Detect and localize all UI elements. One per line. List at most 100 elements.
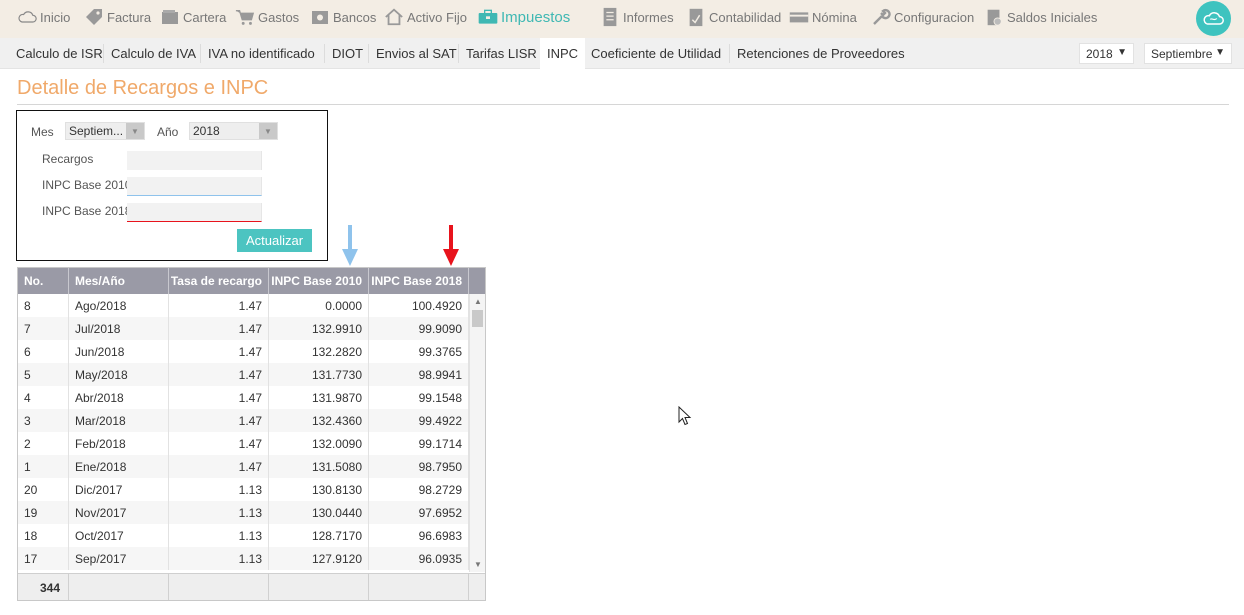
nav-item-impuestos[interactable]: Impuestos bbox=[478, 0, 570, 34]
nav-item-gastos[interactable]: Gastos bbox=[235, 0, 299, 34]
table-row[interactable]: 6 Jun/2018 1.47 132.2820 99.3765 bbox=[18, 340, 469, 363]
tag-icon bbox=[86, 9, 102, 25]
tab-envios-sat[interactable]: Envios al SAT bbox=[369, 38, 464, 69]
tab-tarifas-lisr[interactable]: Tarifas LISR bbox=[459, 38, 544, 69]
mes-label: Mes bbox=[31, 125, 54, 139]
title-divider bbox=[17, 104, 1229, 105]
cell-mes-anio: Sep/2017 bbox=[69, 547, 169, 570]
nav-item-informes[interactable]: Informes bbox=[600, 0, 674, 34]
house-icon bbox=[385, 8, 403, 26]
nav-item-activo-fijo[interactable]: Activo Fijo bbox=[384, 0, 467, 34]
tab-calculo-iva[interactable]: Calculo de IVA bbox=[104, 38, 203, 69]
brand-logo-button[interactable] bbox=[1196, 1, 1231, 36]
nav-item-factura[interactable]: Factura bbox=[84, 0, 151, 34]
nav-label: Saldos Iniciales bbox=[1007, 9, 1098, 25]
footer-row-count: 344 bbox=[18, 574, 69, 600]
cell-inpc-2018: 99.1548 bbox=[369, 386, 469, 409]
ledger-icon bbox=[689, 8, 703, 27]
cell-tasa: 1.47 bbox=[169, 386, 269, 409]
table-row[interactable]: 5 May/2018 1.47 131.7730 98.9941 bbox=[18, 363, 469, 386]
cell-tasa: 1.47 bbox=[169, 409, 269, 432]
cell-inpc-2018: 98.7950 bbox=[369, 455, 469, 478]
table-row[interactable]: 2 Feb/2018 1.47 132.0090 99.1714 bbox=[18, 432, 469, 455]
tab-coeficiente-utilidad[interactable]: Coeficiente de Utilidad bbox=[584, 38, 728, 69]
column-header-no[interactable]: No. bbox=[18, 268, 69, 294]
cell-tasa: 1.47 bbox=[169, 340, 269, 363]
nav-item-cartera[interactable]: Cartera bbox=[160, 0, 226, 34]
column-header-inpc-2018[interactable]: INPC Base 2018 bbox=[369, 268, 469, 294]
column-header-mes-anio[interactable]: Mes/Año bbox=[69, 268, 169, 294]
cell-inpc-2010: 132.4360 bbox=[269, 409, 369, 432]
cell-tasa: 1.13 bbox=[169, 501, 269, 524]
month-select-value: Septiembre bbox=[1151, 46, 1213, 61]
cell-mes-anio: Mar/2018 bbox=[69, 409, 169, 432]
tab-calculo-isr[interactable]: Calculo de ISR bbox=[9, 38, 110, 69]
nav-label: Contabilidad bbox=[709, 9, 782, 25]
nav-label: Factura bbox=[107, 9, 152, 25]
cell-inpc-2010: 130.0440 bbox=[269, 501, 369, 524]
nav-label: Nómina bbox=[812, 9, 857, 25]
column-header-tasa-recargo[interactable]: Tasa de recargo bbox=[169, 268, 269, 294]
cell-no: 1 bbox=[18, 455, 69, 478]
table-row[interactable]: 8 Ago/2018 1.47 0.0000 100.4920 bbox=[18, 294, 469, 317]
nav-item-bancos[interactable]: Bancos bbox=[310, 0, 376, 34]
column-header-inpc-2010[interactable]: INPC Base 2010 bbox=[269, 268, 369, 294]
nav-item-contabilidad[interactable]: Contabilidad bbox=[686, 0, 781, 34]
inpc-table: No. Mes/Año Tasa de recargo INPC Base 20… bbox=[17, 267, 486, 601]
footer-cell bbox=[169, 574, 269, 600]
table-row[interactable]: 1 Ene/2018 1.47 131.5080 98.7950 bbox=[18, 455, 469, 478]
anio-select-value: 2018 bbox=[193, 124, 220, 138]
cell-inpc-2018: 98.2729 bbox=[369, 478, 469, 501]
cell-tasa: 1.13 bbox=[169, 478, 269, 501]
page-title: Detalle de Recargos e INPC bbox=[17, 77, 269, 99]
scroll-down-arrow-icon[interactable]: ▼ bbox=[474, 560, 482, 569]
nav-item-inicio[interactable]: Inicio bbox=[17, 0, 70, 34]
cell-inpc-2010: 132.9910 bbox=[269, 317, 369, 340]
scrollbar-thumb[interactable] bbox=[472, 310, 483, 327]
anio-label: Año bbox=[157, 125, 179, 139]
cell-inpc-2018: 96.0935 bbox=[369, 547, 469, 570]
dropdown-arrow-icon: ▼ bbox=[259, 123, 277, 139]
nav-item-nomina[interactable]: Nómina bbox=[789, 0, 857, 34]
table-row[interactable]: 20 Dic/2017 1.13 130.8130 98.2729 bbox=[18, 478, 469, 501]
inpc-2018-input[interactable] bbox=[127, 203, 262, 222]
header-month-select[interactable]: Septiembre ▼ bbox=[1144, 43, 1232, 64]
top-navigation: Inicio Factura Cartera Gastos Bancos Act… bbox=[0, 0, 1244, 38]
table-row[interactable]: 4 Abr/2018 1.47 131.9870 99.1548 bbox=[18, 386, 469, 409]
table-row[interactable]: 7 Jul/2018 1.47 132.9910 99.9090 bbox=[18, 317, 469, 340]
anio-select[interactable]: 2018 ▼ bbox=[189, 122, 278, 140]
cell-no: 3 bbox=[18, 409, 69, 432]
table-row[interactable]: 17 Sep/2017 1.13 127.9120 96.0935 bbox=[18, 547, 469, 570]
cell-mes-anio: Oct/2017 bbox=[69, 524, 169, 547]
inpc-2010-input[interactable] bbox=[127, 177, 262, 196]
header-year-select[interactable]: 2018 ▼ bbox=[1079, 43, 1134, 64]
table-row[interactable]: 19 Nov/2017 1.13 130.0440 97.6952 bbox=[18, 501, 469, 524]
cell-no: 18 bbox=[18, 524, 69, 547]
nav-item-saldos-iniciales[interactable]: Saldos Iniciales bbox=[984, 0, 1097, 34]
dropdown-arrow-icon: ▼ bbox=[126, 123, 144, 139]
tab-iva-no-identificado[interactable]: IVA no identificado bbox=[201, 38, 322, 69]
scroll-up-arrow-icon[interactable]: ▲ bbox=[474, 297, 482, 306]
cell-tasa: 1.47 bbox=[169, 432, 269, 455]
actualizar-button[interactable]: Actualizar bbox=[237, 229, 312, 252]
recargos-input[interactable] bbox=[127, 151, 262, 170]
tab-diot[interactable]: DIOT bbox=[325, 38, 370, 69]
nav-label: Impuestos bbox=[501, 8, 571, 26]
cell-inpc-2010: 132.0090 bbox=[269, 432, 369, 455]
tab-inpc[interactable]: INPC bbox=[540, 38, 586, 69]
mes-select[interactable]: Septiem... ▼ bbox=[65, 122, 145, 140]
cell-mes-anio: Feb/2018 bbox=[69, 432, 169, 455]
wrench-icon bbox=[873, 8, 891, 25]
table-row[interactable]: 18 Oct/2017 1.13 128.7170 96.6983 bbox=[18, 524, 469, 547]
nav-item-configuracion[interactable]: Configuracion bbox=[871, 0, 974, 34]
document-icon bbox=[603, 7, 617, 27]
table-vertical-scrollbar[interactable]: ▲ ▼ bbox=[469, 294, 485, 572]
cell-no: 7 bbox=[18, 317, 69, 340]
table-row[interactable]: 3 Mar/2018 1.47 132.4360 99.4922 bbox=[18, 409, 469, 432]
cell-inpc-2018: 96.6983 bbox=[369, 524, 469, 547]
cell-inpc-2018: 99.4922 bbox=[369, 409, 469, 432]
inpc-2018-label: INPC Base 2018 bbox=[42, 204, 132, 218]
cell-inpc-2018: 97.6952 bbox=[369, 501, 469, 524]
cell-no: 5 bbox=[18, 363, 69, 386]
tab-retenciones-proveedores[interactable]: Retenciones de Proveedores bbox=[730, 38, 912, 69]
